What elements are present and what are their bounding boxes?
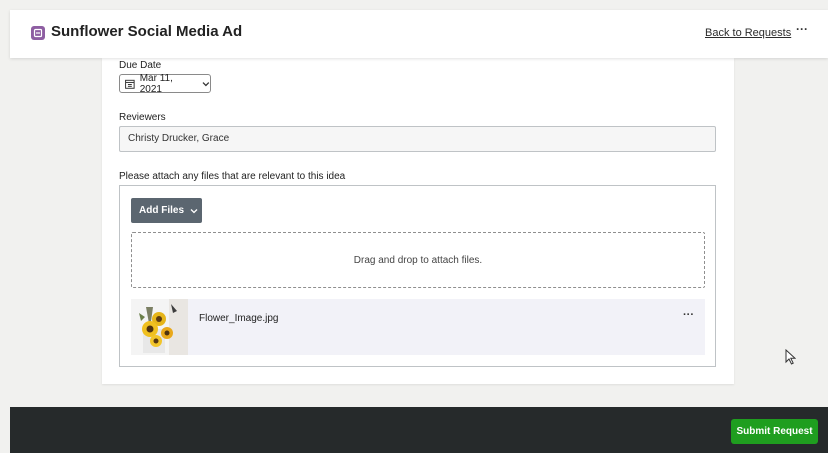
more-horizontal-icon[interactable]: ··· xyxy=(796,22,812,42)
add-files-label: Add Files xyxy=(139,205,185,216)
request-app-icon xyxy=(31,26,45,40)
file-dropzone[interactable]: Drag and drop to attach files. xyxy=(131,232,705,288)
chevron-down-icon xyxy=(202,81,210,86)
back-to-requests-link[interactable]: Back to Requests xyxy=(705,27,791,39)
add-files-button[interactable]: Add Files xyxy=(131,198,202,223)
request-form-card: Due Date Mar 11, 2021 Reviewers Christy … xyxy=(102,58,734,384)
attached-file-row: Flower_Image.jpg ··· xyxy=(131,299,705,355)
calendar-icon xyxy=(125,79,135,89)
page-footer: Submit Request xyxy=(10,407,828,453)
file-thumbnail xyxy=(131,299,188,355)
page-header: Sunflower Social Media Ad Back to Reques… xyxy=(10,10,828,58)
reviewers-label: Reviewers xyxy=(119,112,166,123)
chevron-down-icon xyxy=(190,208,198,213)
reviewers-field[interactable]: Christy Drucker, Grace xyxy=(119,126,716,152)
due-date-value: Mar 11, 2021 xyxy=(139,72,173,95)
submit-request-button[interactable]: Submit Request xyxy=(731,419,818,444)
dropzone-text: Drag and drop to attach files. xyxy=(353,254,483,266)
due-date-label: Due Date xyxy=(119,60,162,71)
page-title: Sunflower Social Media Ad xyxy=(51,23,243,40)
mouse-cursor-icon xyxy=(785,349,796,365)
due-date-picker[interactable]: Mar 11, 2021 xyxy=(119,72,211,95)
file-name: Flower_Image.jpg xyxy=(199,313,279,324)
attachments-label: Please attach any files that are relevan… xyxy=(119,171,346,182)
attachments-panel: Add Files Drag and drop to attach files. xyxy=(119,185,716,367)
more-horizontal-icon[interactable]: ··· xyxy=(683,309,694,321)
